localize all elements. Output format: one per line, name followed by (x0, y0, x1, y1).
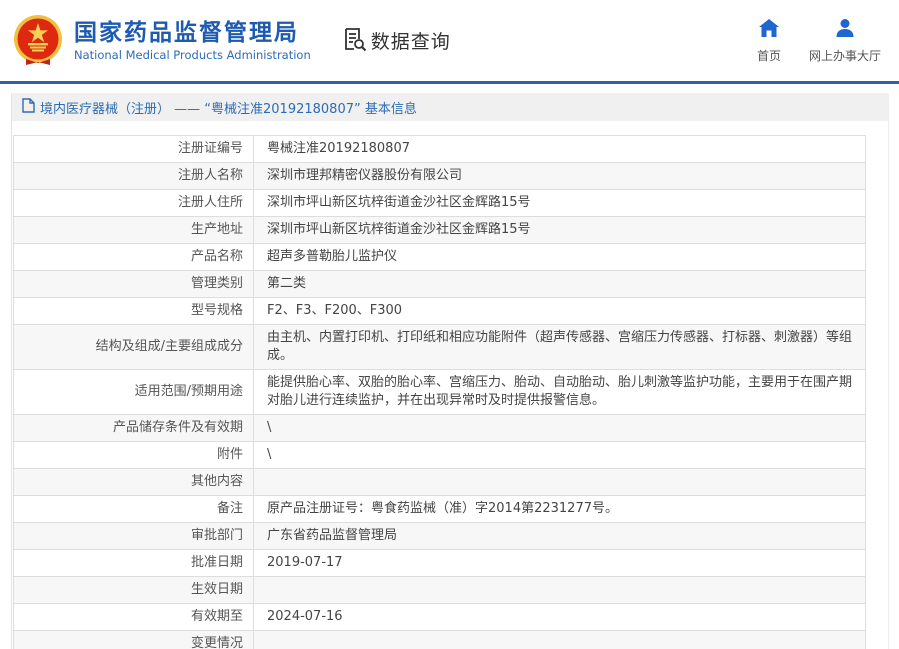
table-row: 审批部门 广东省药品监督管理局 (13, 522, 866, 550)
data-query-icon (341, 26, 367, 56)
row-label: 审批部门 (13, 522, 254, 550)
table-row: 变更情况 (13, 630, 866, 649)
row-value: \ (253, 414, 866, 442)
page-header: 国家药品监督管理局 National Medical Products Admi… (0, 0, 899, 84)
row-value: 广东省药品监督管理局 (253, 522, 866, 550)
registration-info: 注册证编号 粤械注准20192180807 注册人名称 深圳市理邦精密仪器股份有限公司… (12, 121, 888, 649)
row-label: 注册人名称 (13, 162, 254, 190)
row-label: 产品名称 (13, 243, 254, 271)
page-title: 境内医疗器械（注册） —— “粤械注准20192180807” 基本信息 (40, 101, 417, 117)
table-row: 注册人住所 深圳市坪山新区坑梓街道金沙社区金辉路15号 (13, 189, 866, 217)
table-row: 批准日期 2019-07-17 (13, 549, 866, 577)
row-label: 型号规格 (13, 297, 254, 325)
header-nav: 首页 网上办事大厅 (757, 18, 881, 64)
home-icon (758, 18, 780, 42)
table-row: 产品储存条件及有效期 \ (13, 414, 866, 442)
table-row: 备注 原产品注册证号：粤食药监械（准）字2014第2231277号。 (13, 495, 866, 523)
person-icon (834, 18, 856, 42)
data-query-label: 数据查询 (370, 31, 451, 53)
row-value: 2019-07-17 (253, 549, 866, 577)
nav-label-home: 首页 (756, 49, 781, 63)
row-value: 深圳市理邦精密仪器股份有限公司 (253, 162, 866, 190)
row-label: 结构及组成/主要组成成分 (13, 324, 254, 370)
row-value: 超声多普勒胎儿监护仪 (253, 243, 866, 271)
row-value (253, 576, 866, 604)
table-row: 附件 \ (13, 441, 866, 469)
table-row: 型号规格 F2、F3、F200、F300 (13, 297, 866, 325)
table-row: 管理类别 第二类 (13, 270, 866, 298)
table-row: 生效日期 (13, 576, 866, 604)
row-label: 其他内容 (13, 468, 254, 496)
row-label: 生产地址 (13, 216, 254, 244)
row-label: 适用范围/预期用途 (13, 369, 254, 415)
table-row: 有效期至 2024-07-16 (13, 603, 866, 631)
row-label: 批准日期 (13, 549, 254, 577)
nav-item-home[interactable]: 首页 (757, 18, 781, 64)
row-label: 有效期至 (13, 603, 254, 631)
breadcrumb: 境内医疗器械（注册） —— “粤械注准20192180807” 基本信息 (12, 93, 888, 121)
table-row: 其他内容 (13, 468, 866, 496)
table-row: 注册人名称 深圳市理邦精密仪器股份有限公司 (13, 162, 866, 190)
info-table: 注册证编号 粤械注准20192180807 注册人名称 深圳市理邦精密仪器股份有限公司… (13, 135, 866, 649)
document-icon (22, 97, 35, 117)
row-value: 第二类 (253, 270, 866, 298)
row-value: 由主机、内置打印机、打印纸和相应功能附件（超声传感器、宫缩压力传感器、打标器、刺… (253, 324, 866, 370)
row-value: 深圳市坪山新区坑梓街道金沙社区金辉路15号 (253, 216, 866, 244)
row-label: 管理类别 (13, 270, 254, 298)
row-label: 附件 (13, 441, 254, 469)
org-title-block: 国家药品监督管理局 National Medical Products Admi… (74, 19, 311, 63)
row-label: 注册人住所 (13, 189, 254, 217)
row-value: 能提供胎心率、双胎的胎心率、宫缩压力、胎动、自动胎动、胎儿刺激等监护功能，主要用… (253, 369, 866, 415)
row-value: F2、F3、F200、F300 (253, 297, 866, 325)
row-value: 深圳市坪山新区坑梓街道金沙社区金辉路15号 (253, 189, 866, 217)
row-value (253, 468, 866, 496)
org-name-en: National Medical Products Administration (74, 47, 311, 62)
org-name-zh: 国家药品监督管理局 (74, 19, 299, 46)
row-label: 变更情况 (13, 630, 254, 649)
content-area: 境内医疗器械（注册） —— “粤械注准20192180807” 基本信息 注册证… (11, 93, 889, 649)
table-row: 注册证编号 粤械注准20192180807 (13, 135, 866, 163)
table-row: 适用范围/预期用途 能提供胎心率、双胎的胎心率、宫缩压力、胎动、自动胎动、胎儿刺激… (13, 369, 866, 415)
row-label: 生效日期 (13, 576, 254, 604)
data-query-section[interactable]: 数据查询 (341, 26, 451, 56)
nmpa-emblem-logo (10, 13, 66, 69)
row-label: 注册证编号 (13, 135, 254, 163)
nav-label-service-hall: 网上办事大厅 (808, 49, 881, 63)
table-row: 产品名称 超声多普勒胎儿监护仪 (13, 243, 866, 271)
row-value: \ (253, 441, 866, 469)
row-label: 产品储存条件及有效期 (13, 414, 254, 442)
row-value: 2024-07-16 (253, 603, 866, 631)
table-row: 生产地址 深圳市坪山新区坑梓街道金沙社区金辉路15号 (13, 216, 866, 244)
table-row: 结构及组成/主要组成成分 由主机、内置打印机、打印纸和相应功能附件（超声传感器、宫… (13, 324, 866, 370)
nav-item-service-hall[interactable]: 网上办事大厅 (809, 18, 881, 64)
row-value: 粤械注准20192180807 (253, 135, 866, 163)
national-emblem-icon (14, 14, 62, 65)
row-value: 原产品注册证号：粤食药监械（准）字2014第2231277号。 (253, 495, 866, 523)
row-label: 备注 (13, 495, 254, 523)
row-value (253, 630, 866, 649)
info-table-body: 注册证编号 粤械注准20192180807 注册人名称 深圳市理邦精密仪器股份有限公司… (13, 135, 866, 649)
